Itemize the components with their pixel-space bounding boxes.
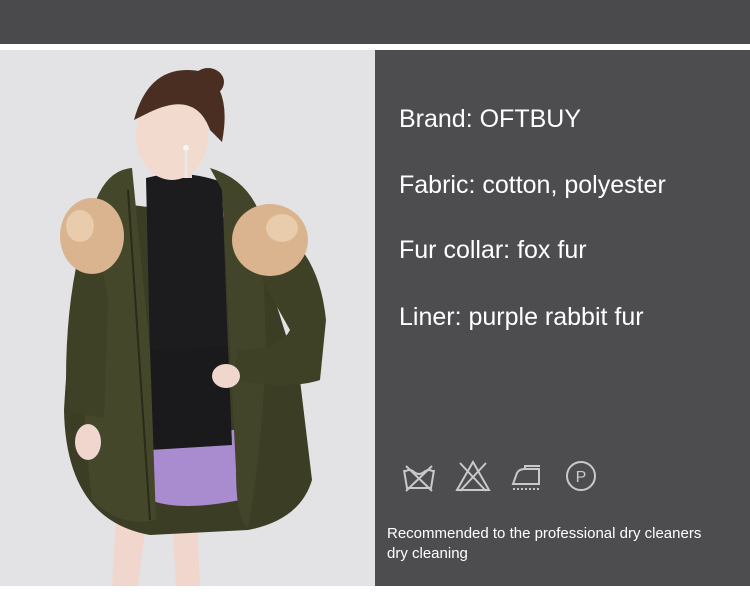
care-note-line-2: dry cleaning (387, 545, 468, 562)
top-band (0, 0, 750, 44)
liner-spec: Liner: purple rabbit fur (399, 303, 644, 331)
fabric-spec: Fabric: cotton, polyester (399, 171, 666, 199)
product-info-panel: Brand: OFTBUY Fabric: cotton, polyester … (375, 50, 750, 586)
iron-icon (509, 458, 545, 494)
do-not-wash-icon (401, 458, 437, 494)
dry-clean-p-icon: P (563, 458, 599, 494)
bottom-margin (0, 586, 750, 596)
care-instructions: Recommended to the professional dry clea… (387, 524, 747, 564)
model-in-parka-illustration (0, 50, 375, 586)
dry-clean-p-letter: P (576, 469, 587, 486)
product-photo (0, 50, 375, 586)
care-note-line-1: Recommended to the professional dry clea… (387, 525, 702, 542)
do-not-bleach-icon (455, 458, 491, 494)
brand-spec: Brand: OFTBUY (399, 105, 581, 133)
fur-collar-spec: Fur collar: fox fur (399, 236, 587, 264)
care-symbols: P (401, 458, 601, 498)
